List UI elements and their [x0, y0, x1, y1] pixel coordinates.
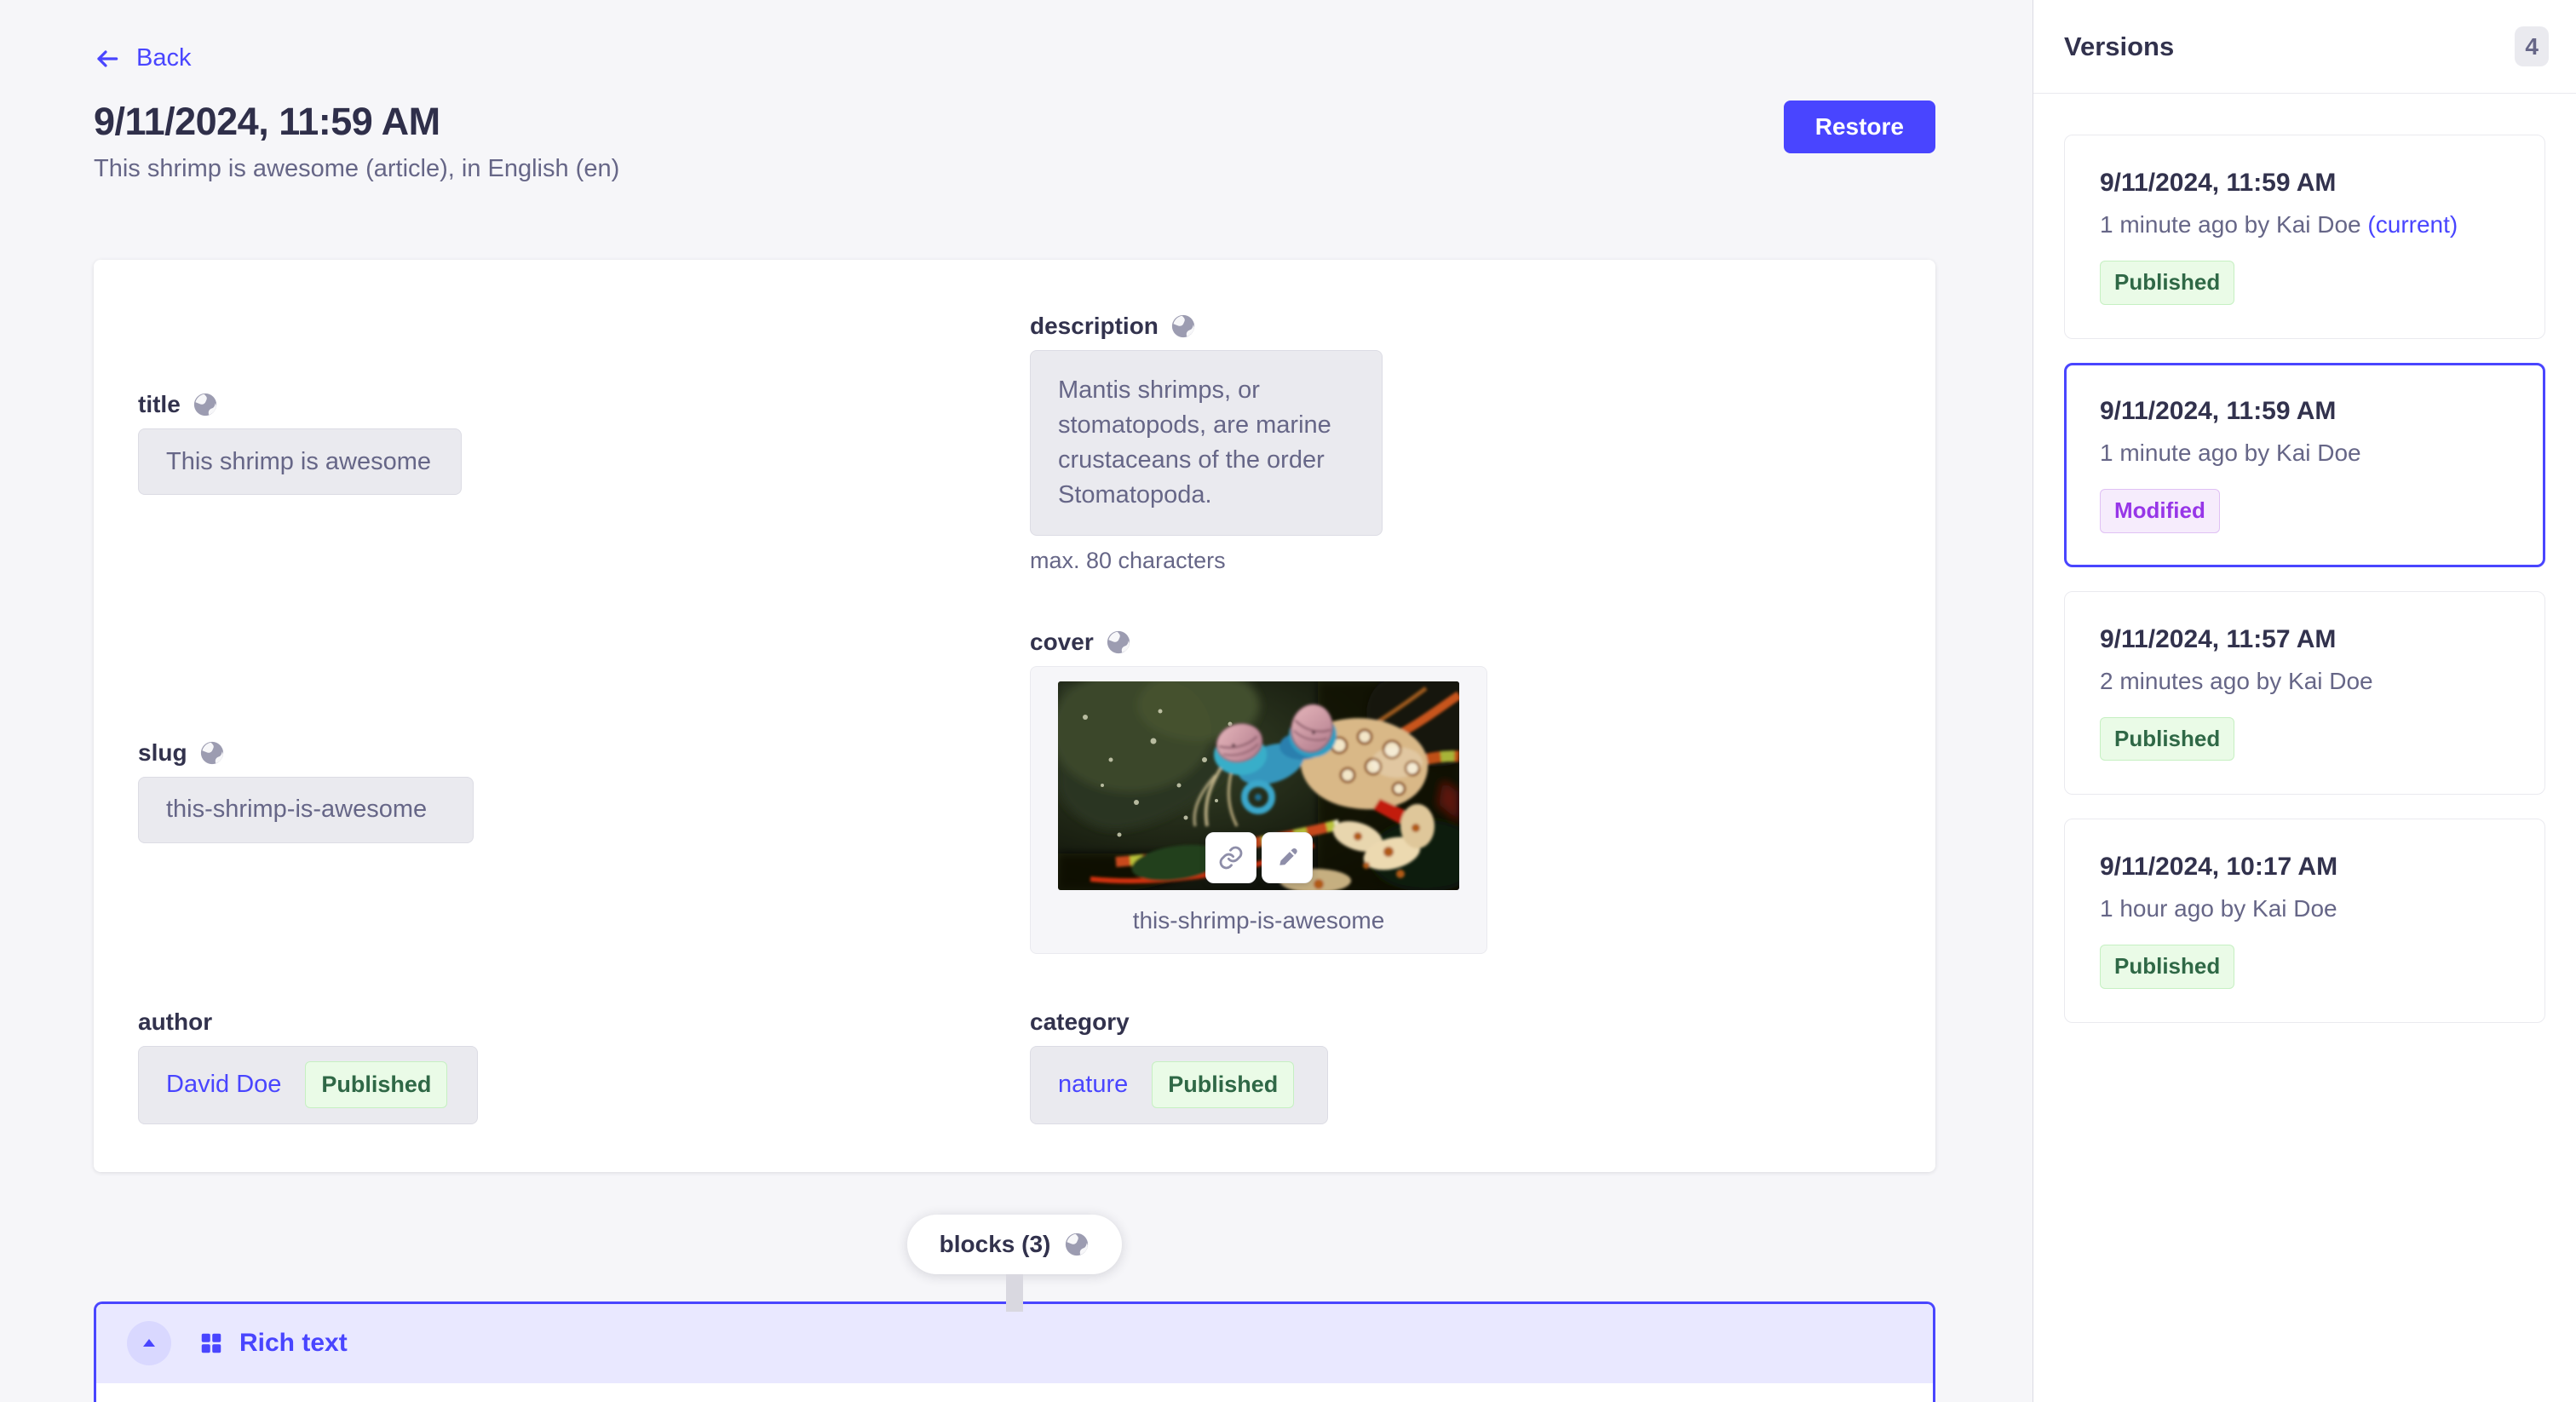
version-status-badge: Published [2100, 717, 2234, 761]
copy-link-button[interactable] [1205, 832, 1256, 883]
version-current-label: (current) [2367, 211, 2458, 238]
versions-title: Versions [2064, 32, 2174, 62]
page-title: 9/11/2024, 11:59 AM [94, 99, 619, 145]
versions-count-badge: 4 [2515, 26, 2549, 66]
page-header: 9/11/2024, 11:59 AM This shrimp is aweso… [94, 99, 1935, 183]
category-label: category [1030, 1008, 1130, 1036]
rich-text-block-body: body [96, 1383, 1933, 1402]
category-relation-box: nature Published [1030, 1046, 1328, 1124]
blocks-zone-header: blocks (3) [94, 1215, 1935, 1274]
category-status-badge: Published [1152, 1061, 1294, 1108]
back-label: Back [136, 44, 191, 72]
cover-caption: this-shrimp-is-awesome [1133, 907, 1385, 934]
author-relation-box: David Doe Published [138, 1046, 478, 1124]
blocks-pill: blocks (3) [907, 1215, 1123, 1274]
description-textarea: Mantis shrimps, or stomatopods, are mari… [1030, 350, 1383, 536]
slug-field: slug this-shrimp-is-awesome [138, 629, 1015, 954]
link-icon [1217, 844, 1245, 871]
cover-field: cover [1015, 629, 1891, 954]
history-page: Back 9/11/2024, 11:59 AM This shrimp is … [0, 0, 2576, 1402]
entry-fields-card: title This shrimp is awesome description… [94, 260, 1935, 1172]
version-meta-text: 2 minutes ago by Kai Doe [2100, 668, 2373, 694]
cover-label: cover [1030, 629, 1094, 656]
category-field: category nature Published [1015, 1008, 1891, 1124]
globe-icon [1170, 313, 1196, 339]
description-label: description [1030, 313, 1159, 340]
globe-icon [1064, 1232, 1090, 1257]
category-relation-link[interactable]: nature [1058, 1071, 1128, 1099]
main-content: Back 9/11/2024, 11:59 AM This shrimp is … [0, 0, 2033, 1402]
caret-up-icon [139, 1333, 159, 1353]
version-date: 9/11/2024, 11:59 AM [2100, 397, 2510, 426]
block-title: Rich text [239, 1329, 348, 1358]
version-date: 9/11/2024, 11:59 AM [2100, 169, 2510, 198]
version-card[interactable]: 9/11/2024, 11:59 AM 1 minute ago by Kai … [2064, 135, 2545, 339]
rich-text-block: Rich text body [94, 1301, 1935, 1402]
edit-image-button[interactable] [1262, 832, 1313, 883]
globe-icon [1106, 629, 1131, 655]
blocks-connector [1006, 1274, 1023, 1312]
cover-actions [1205, 832, 1313, 883]
version-status-badge: Published [2100, 945, 2234, 989]
description-field: description Mantis shrimps, or stomatopo… [1015, 313, 1891, 574]
version-meta: 1 minute ago by Kai Doe [2100, 440, 2510, 467]
slug-input: this-shrimp-is-awesome [138, 777, 474, 843]
title-field: title This shrimp is awesome [138, 313, 1015, 574]
version-list: 9/11/2024, 11:59 AM 1 minute ago by Kai … [2033, 94, 2576, 1064]
version-meta: 2 minutes ago by Kai Doe [2100, 668, 2510, 695]
pencil-icon [1274, 845, 1300, 871]
version-card[interactable]: 9/11/2024, 10:17 AM 1 hour ago by Kai Do… [2064, 819, 2545, 1023]
blocks-pill-label: blocks (3) [940, 1231, 1051, 1258]
page-subtitle: This shrimp is awesome (article), in Eng… [94, 155, 619, 183]
grid-icon [198, 1330, 224, 1356]
version-meta-text: 1 minute ago by Kai Doe [2100, 211, 2367, 238]
back-arrow-icon [94, 45, 121, 72]
version-meta: 1 minute ago by Kai Doe (current) [2100, 211, 2510, 238]
globe-icon [193, 392, 218, 417]
cover-image [1058, 681, 1459, 890]
rich-text-block-header: Rich text [96, 1304, 1933, 1383]
version-meta: 1 hour ago by Kai Doe [2100, 895, 2510, 922]
version-card[interactable]: 9/11/2024, 11:59 AM 1 minute ago by Kai … [2064, 363, 2545, 567]
versions-sidebar: Versions 4 9/11/2024, 11:59 AM 1 minute … [2033, 0, 2576, 1402]
versions-header: Versions 4 [2033, 0, 2576, 94]
version-date: 9/11/2024, 10:17 AM [2100, 853, 2510, 882]
slug-label: slug [138, 739, 187, 767]
author-relation-link[interactable]: David Doe [166, 1071, 281, 1099]
version-meta-text: 1 minute ago by Kai Doe [2100, 440, 2361, 466]
version-card[interactable]: 9/11/2024, 11:57 AM 2 minutes ago by Kai… [2064, 591, 2545, 796]
title-input: This shrimp is awesome [138, 428, 462, 495]
title-label: title [138, 391, 181, 418]
back-link[interactable]: Back [94, 44, 191, 72]
version-status-badge: Modified [2100, 489, 2220, 533]
collapse-block-button[interactable] [127, 1321, 171, 1365]
author-status-badge: Published [305, 1061, 447, 1108]
version-meta-text: 1 hour ago by Kai Doe [2100, 895, 2337, 922]
cover-card: this-shrimp-is-awesome [1030, 666, 1487, 954]
version-status-badge: Published [2100, 261, 2234, 305]
author-label: author [138, 1008, 212, 1036]
globe-icon [199, 740, 225, 766]
restore-button[interactable]: Restore [1784, 101, 1935, 153]
author-field: author David Doe Published [138, 1008, 1015, 1124]
description-hint: max. 80 characters [1030, 548, 1891, 574]
version-date: 9/11/2024, 11:57 AM [2100, 625, 2510, 654]
